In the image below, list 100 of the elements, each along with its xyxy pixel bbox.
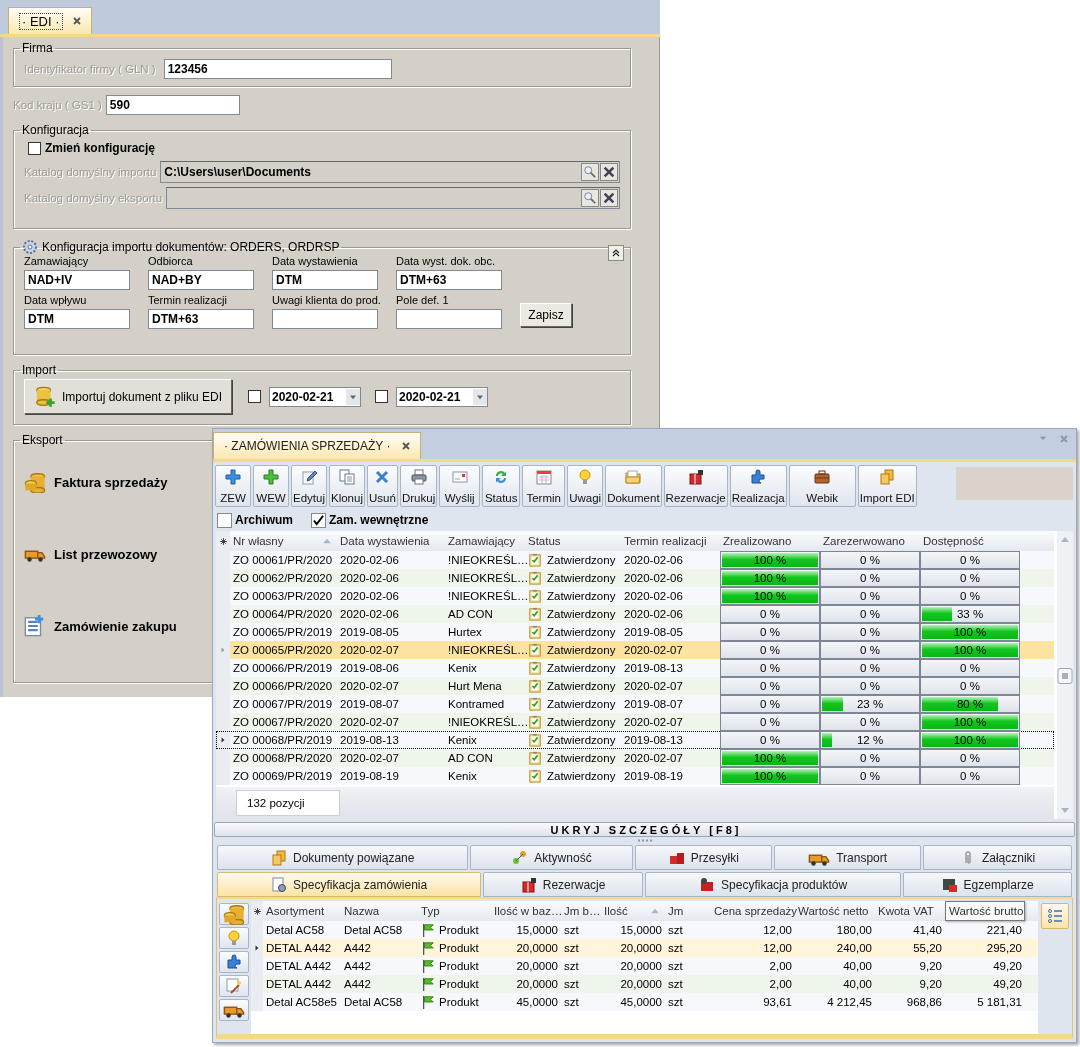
- toolbar-button[interactable]: Status: [482, 465, 521, 507]
- input-field[interactable]: DTM+63: [148, 309, 254, 329]
- table-row[interactable]: ZO 00066/PR/2020 2020-02-07 Hurt Mena Zatwierdzony 2020-02-07 0 % 0 % 0 %: [216, 677, 1054, 695]
- column-header[interactable]: Asortyment: [263, 901, 341, 921]
- export-link[interactable]: Faktura sprzedaży: [54, 474, 168, 490]
- column-header[interactable]: Jm b…: [561, 901, 601, 921]
- table-row[interactable]: ZO 00063/PR/2020 2020-02-06 !NIEOKREŚL… Zatwierdzony 2020-02-06 100 % 0 % 0 %: [216, 587, 1054, 605]
- input-field[interactable]: DTM: [272, 270, 378, 290]
- detail-tab[interactable]: Rezerwacje: [483, 872, 643, 897]
- table-row[interactable]: ZO 00067/PR/2020 2020-02-07 !NIEOKREŚL… Zatwierdzony 2020-02-07 0 % 0 % 100 %: [216, 713, 1054, 731]
- gln-field[interactable]: 123456: [163, 59, 392, 79]
- table-cell-text: Hurtex: [447, 625, 483, 640]
- column-header[interactable]: Jm: [665, 901, 711, 921]
- toolbar-button[interactable]: Webik: [788, 465, 856, 507]
- table-row[interactable]: DETAL A442 A442 Produkt 20,0000 szt 20,0000 szt 12,00 240,00 55,20 295,20: [251, 939, 1038, 957]
- toolbar-button[interactable]: Klonuj: [329, 465, 365, 507]
- folder-field[interactable]: [166, 187, 620, 209]
- column-header[interactable]: Data wystawienia: [337, 531, 445, 551]
- table-row[interactable]: ZO 00065/PR/2019 2019-08-05 Hurtex Zatwierdzony 2019-08-05 0 % 0 % 100 %: [216, 623, 1054, 641]
- table-row[interactable]: ZO 00068/PR/2020 2020-02-07 AD CON Zatwierdzony 2020-02-07 100 % 0 % 0 %: [216, 749, 1054, 767]
- detail-tab[interactable]: Dokumenty powiązane: [217, 845, 469, 870]
- detail-tab[interactable]: Specyfikacja zamówienia: [217, 872, 482, 897]
- checkbox[interactable]: [311, 512, 326, 528]
- progress-reading: 100 %: [953, 644, 987, 656]
- window-tab[interactable]: · ZAMÓWIENIA SPRZEDAŻY ·: [213, 432, 422, 459]
- table-row[interactable]: ZO 00062/PR/2020 2020-02-06 !NIEOKREŚL… Zatwierdzony 2020-02-06 100 % 0 % 0 %: [216, 569, 1054, 587]
- column-header[interactable]: Status: [525, 531, 621, 551]
- input-field[interactable]: [396, 309, 502, 329]
- table-row[interactable]: ZO 00066/PR/2019 2019-08-06 Kenix Zatwierdzony 2019-08-13 0 % 0 % 0 %: [216, 659, 1054, 677]
- toolbar-button[interactable]: Wyślij: [439, 465, 481, 507]
- column-header[interactable]: Ilość w baz…: [491, 901, 561, 921]
- table-row[interactable]: ZO 00069/PR/2019 2019-08-19 Kenix Zatwierdzony 2019-08-19 100 % 0 % 0 %: [216, 767, 1054, 785]
- table-row[interactable]: ZO 00065/PR/2020 2020-02-07 !NIEOKREŚL… Zatwierdzony 2020-02-07 0 % 0 % 100 %: [216, 641, 1054, 659]
- checkbox[interactable]: [248, 390, 261, 403]
- toolbar-button[interactable]: Edytuj: [291, 465, 327, 507]
- input-field[interactable]: DTM+63: [396, 270, 502, 290]
- table-row[interactable]: DETAL A442 A442 Produkt 20,0000 szt 20,0000 szt 2,00 40,00 9,20 49,20: [251, 957, 1038, 975]
- column-header[interactable]: Ilość: [601, 901, 665, 921]
- column-header[interactable]: Dostępność: [920, 531, 1020, 551]
- toolbar-button[interactable]: Rezerwacje: [663, 465, 728, 507]
- export-link[interactable]: List przewozowy: [54, 546, 158, 562]
- toolbar-button[interactable]: Drukuj: [399, 465, 438, 507]
- checkbox[interactable]: [375, 390, 388, 403]
- table-row[interactable]: ZO 00067/PR/2019 2019-08-07 Kontramed Zatwierdzony 2019-08-07 0 % 23 % 80 %: [216, 695, 1054, 713]
- detail-tab[interactable]: Załączniki: [923, 845, 1072, 870]
- detail-tab[interactable]: Specyfikacja produktów: [645, 872, 902, 897]
- column-header[interactable]: Zarezerwowano: [820, 531, 920, 551]
- toolbar-button[interactable]: Termin: [522, 465, 566, 507]
- row-header[interactable]: [216, 731, 230, 749]
- clear-button[interactable]: [600, 189, 618, 207]
- column-header[interactable]: Zrealizowano: [720, 531, 820, 551]
- detail-tab[interactable]: Egzemplarze: [903, 872, 1072, 897]
- input-field[interactable]: [272, 309, 378, 329]
- input-field[interactable]: NAD+BY: [148, 270, 254, 290]
- detail-tab[interactable]: Transport: [774, 845, 922, 870]
- side-button[interactable]: [219, 999, 249, 1021]
- collapse-button[interactable]: [608, 245, 624, 261]
- briefcase-icon: [814, 469, 831, 485]
- table-row[interactable]: DETAL A442 A442 Produkt 20,0000 szt 20,0000 szt 2,00 40,00 9,20 49,20: [251, 975, 1038, 993]
- toolbar-button[interactable]: Dokument: [605, 465, 662, 507]
- table-row[interactable]: ZO 00061/PR/2020 2020-02-06 !NIEOKREŚL… Zatwierdzony 2020-02-06 100 % 0 % 0 %: [216, 551, 1054, 569]
- toolbar-button[interactable]: Realizacja: [729, 465, 787, 507]
- folder-field[interactable]: C:\Users\user\Documents: [160, 161, 620, 183]
- column-header[interactable]: Cena sprzedaży: [711, 901, 795, 921]
- checkbox[interactable]: [217, 512, 232, 528]
- import-button[interactable]: Importuj dokument z pliku EDI: [24, 379, 232, 414]
- column-header[interactable]: Kwota VAT: [875, 901, 945, 921]
- scrollbar[interactable]: [1057, 531, 1073, 819]
- date-field[interactable]: 2020-02-21: [396, 386, 488, 407]
- column-header[interactable]: Termin realizacji: [621, 531, 720, 551]
- status-text: Zatwierdzony: [547, 554, 616, 566]
- column-header[interactable]: Typ: [418, 901, 491, 921]
- input-field[interactable]: NAD+IV: [24, 270, 130, 290]
- export-link[interactable]: Zamówienie zakupu: [54, 618, 177, 634]
- toolbar-button[interactable]: WEW: [253, 465, 289, 507]
- table-row[interactable]: Detal AC58 Detal AC58 Produkt 15,0000 szt 15,0000 szt 12,00 180,00 41,40 221,40: [251, 921, 1038, 939]
- toolbar-button[interactable]: Uwagi: [567, 465, 604, 507]
- table-row[interactable]: ZO 00064/PR/2020 2020-02-06 AD CON Zatwierdzony 2020-02-06 0 % 0 % 33 %: [216, 605, 1054, 623]
- input-field[interactable]: DTM: [24, 309, 130, 329]
- column-header[interactable]: Wartość brutto: [945, 901, 1025, 921]
- column-header[interactable]: Nazwa: [341, 901, 418, 921]
- toolbar-button[interactable]: ZEW: [215, 465, 251, 507]
- save-button[interactable]: Zapisz: [520, 303, 572, 327]
- country-code-field[interactable]: 590: [105, 95, 240, 115]
- column-header[interactable]: Nr własny: [230, 531, 337, 551]
- columns-button[interactable]: [1041, 903, 1069, 929]
- side-button[interactable]: [219, 951, 249, 973]
- table-row[interactable]: ZO 00068/PR/2019 2019-08-13 Kenix Zatwierdzony 2019-08-13 0 % 12 % 100 %: [216, 731, 1054, 749]
- edi-tab[interactable]: · EDI ·: [8, 7, 92, 34]
- clear-button[interactable]: [600, 163, 618, 181]
- close-button[interactable]: [1058, 433, 1070, 445]
- hide-details-button[interactable]: U K R Y J S Z C Z E G Ó Ł Y [ F 8 ]: [214, 822, 1075, 837]
- date-field[interactable]: 2020-02-21: [269, 386, 361, 407]
- checkbox[interactable]: [28, 141, 41, 155]
- detail-tab[interactable]: Aktywność: [470, 845, 634, 870]
- column-header[interactable]: Zamawiający: [445, 531, 525, 551]
- toolbar-button[interactable]: Usuń: [366, 465, 398, 507]
- table-row[interactable]: Detal AC58e5 Detal AC58 Produkt 45,0000 szt 45,0000 szt 93,61 4 212,45 968,86 5 181,31: [251, 993, 1038, 1011]
- detail-tab[interactable]: Przesyłki: [635, 845, 773, 870]
- toolbar-button[interactable]: Import EDI: [857, 465, 917, 507]
